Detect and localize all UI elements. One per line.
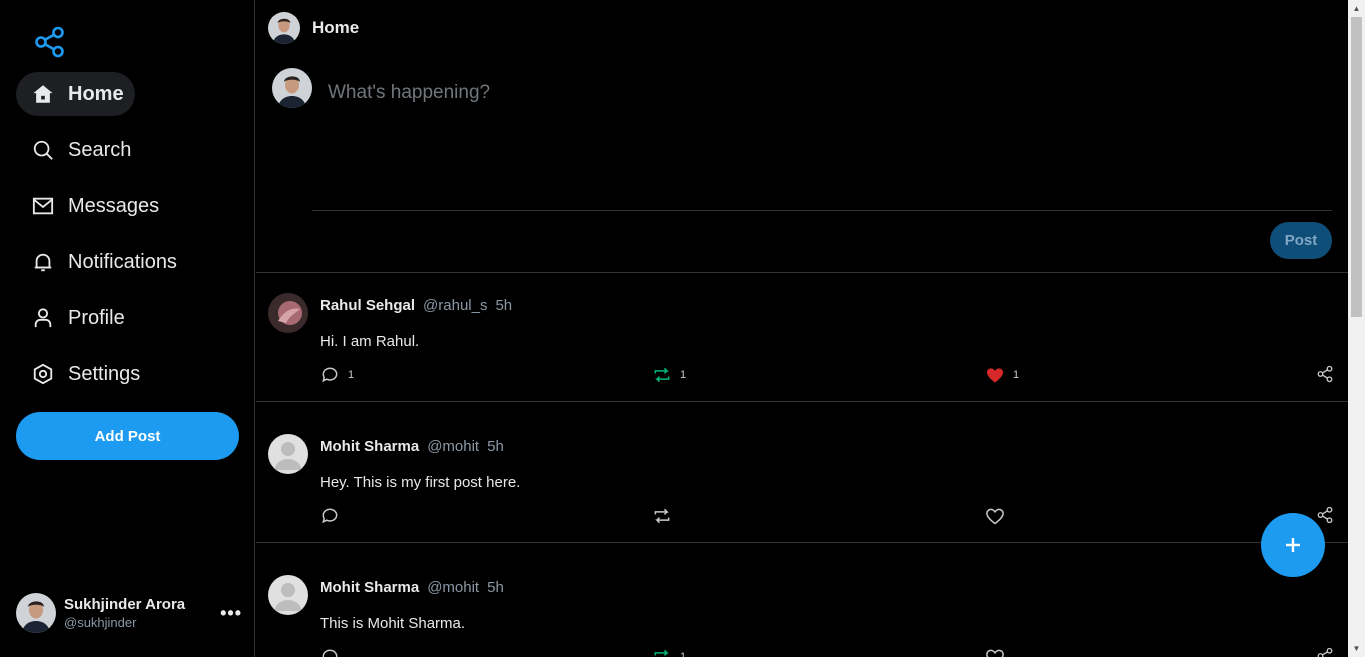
compose-input[interactable]: What's happening?	[328, 82, 490, 104]
compose-fab-button[interactable]	[1261, 513, 1325, 577]
heart-filled-icon	[986, 368, 1004, 383]
divider	[256, 542, 1348, 543]
post-time: 5h	[487, 438, 504, 455]
share-button[interactable]	[1316, 506, 1342, 524]
main-feed: Home What's happening? Post Rahul Sehgal…	[256, 0, 1348, 657]
account-name: Sukhjinder Arora	[64, 595, 186, 613]
post-item[interactable]: Mohit Sharma @mohit 5h This is Mohit Sha…	[256, 555, 1348, 657]
repost-count: 1	[680, 369, 687, 381]
post-item[interactable]: Rahul Sehgal @rahul_s 5h Hi. I am Rahul.…	[256, 273, 1348, 413]
sidebar-item-label: Profile	[68, 306, 125, 329]
reply-count: 1	[348, 369, 355, 381]
post-actions: 1 1 1	[320, 365, 1334, 385]
repost-icon	[654, 508, 670, 524]
post-author-name[interactable]: Rahul Sehgal	[320, 297, 415, 314]
sidebar-item-search[interactable]: Search	[16, 128, 147, 172]
post-button[interactable]: Post	[1270, 222, 1332, 259]
reply-button[interactable]: 1	[320, 365, 354, 385]
bell-icon	[32, 251, 54, 273]
share-icon	[1317, 647, 1333, 657]
scroll-down-arrow-icon[interactable]: ▼	[1348, 640, 1365, 657]
like-button[interactable]	[985, 506, 1013, 526]
sidebar-item-label: Search	[68, 138, 132, 161]
sidebar-item-notifications[interactable]: Notifications	[16, 240, 193, 284]
like-button[interactable]: 1	[985, 365, 1019, 385]
avatar[interactable]	[268, 293, 308, 333]
sidebar-item-messages[interactable]: Messages	[16, 184, 175, 228]
share-button[interactable]	[1316, 365, 1342, 383]
post-actions: 1	[320, 647, 1334, 657]
post-actions	[320, 506, 1334, 526]
sidebar-item-label: Messages	[68, 194, 160, 217]
share-button[interactable]	[1316, 647, 1342, 657]
repost-button[interactable]	[652, 506, 680, 526]
comment-icon	[322, 508, 338, 524]
scroll-up-arrow-icon[interactable]: ▲	[1348, 0, 1365, 17]
repost-button[interactable]: 1	[652, 647, 686, 657]
account-handle: @sukhjinder	[64, 614, 137, 630]
share-icon	[1317, 506, 1333, 524]
sidebar: Home Search Messages Notifications Profi…	[0, 0, 255, 657]
divider	[256, 401, 1348, 402]
post-text: This is Mohit Sharma.	[320, 615, 466, 632]
divider	[312, 210, 1332, 211]
reply-button[interactable]	[320, 647, 348, 657]
heart-icon	[986, 649, 1004, 657]
share-icon	[1317, 365, 1333, 383]
avatar[interactable]	[268, 575, 308, 615]
like-count: 1	[1013, 369, 1020, 381]
post-text: Hi. I am Rahul.	[320, 333, 420, 350]
sidebar-item-profile[interactable]: Profile	[16, 296, 141, 340]
post-time: 5h	[487, 579, 504, 596]
avatar	[16, 593, 56, 633]
post-item[interactable]: Mohit Sharma @mohit 5h Hey. This is my f…	[256, 414, 1348, 554]
post-author-handle: @rahul_s	[423, 297, 488, 314]
share-nodes-icon[interactable]	[34, 26, 66, 58]
post-text: Hey. This is my first post here.	[320, 474, 521, 491]
avatar[interactable]	[268, 12, 300, 44]
header: Home	[268, 12, 359, 44]
avatar	[272, 68, 312, 108]
sidebar-item-home[interactable]: Home	[16, 72, 135, 116]
sidebar-item-label: Notifications	[68, 250, 177, 273]
reply-button[interactable]	[320, 506, 348, 526]
heart-icon	[986, 508, 1004, 525]
post-time: 5h	[495, 297, 513, 314]
comment-icon	[322, 649, 338, 657]
add-post-button[interactable]: Add Post	[16, 412, 239, 460]
page-title: Home	[312, 18, 360, 37]
post-author-name[interactable]: Mohit Sharma	[320, 438, 419, 455]
repost-icon	[654, 367, 670, 383]
scrollbar-thumb[interactable]	[1351, 17, 1362, 317]
sidebar-item-label: Home	[68, 82, 124, 105]
more-options-icon[interactable]: •••	[220, 603, 242, 624]
sidebar-item-settings[interactable]: Settings	[16, 352, 156, 396]
like-button[interactable]	[985, 647, 1013, 657]
repost-button[interactable]: 1	[652, 365, 686, 385]
sidebar-item-label: Settings	[68, 362, 141, 385]
post-author-handle: @mohit	[427, 438, 480, 455]
post-author-handle: @mohit	[427, 579, 480, 596]
comment-icon	[322, 367, 338, 383]
user-icon	[32, 307, 54, 329]
home-icon	[32, 83, 54, 105]
account-switcher[interactable]: Sukhjinder Arora @sukhjinder •••	[16, 593, 242, 633]
gear-icon	[32, 363, 54, 385]
repost-icon	[654, 649, 669, 656]
avatar[interactable]	[268, 434, 308, 474]
search-icon	[32, 139, 54, 161]
envelope-icon	[32, 195, 54, 217]
plus-icon	[1286, 538, 1300, 552]
scrollbar[interactable]: ▲ ▼	[1348, 0, 1365, 657]
post-author-name[interactable]: Mohit Sharma	[320, 579, 419, 596]
repost-count: 1	[680, 651, 687, 657]
